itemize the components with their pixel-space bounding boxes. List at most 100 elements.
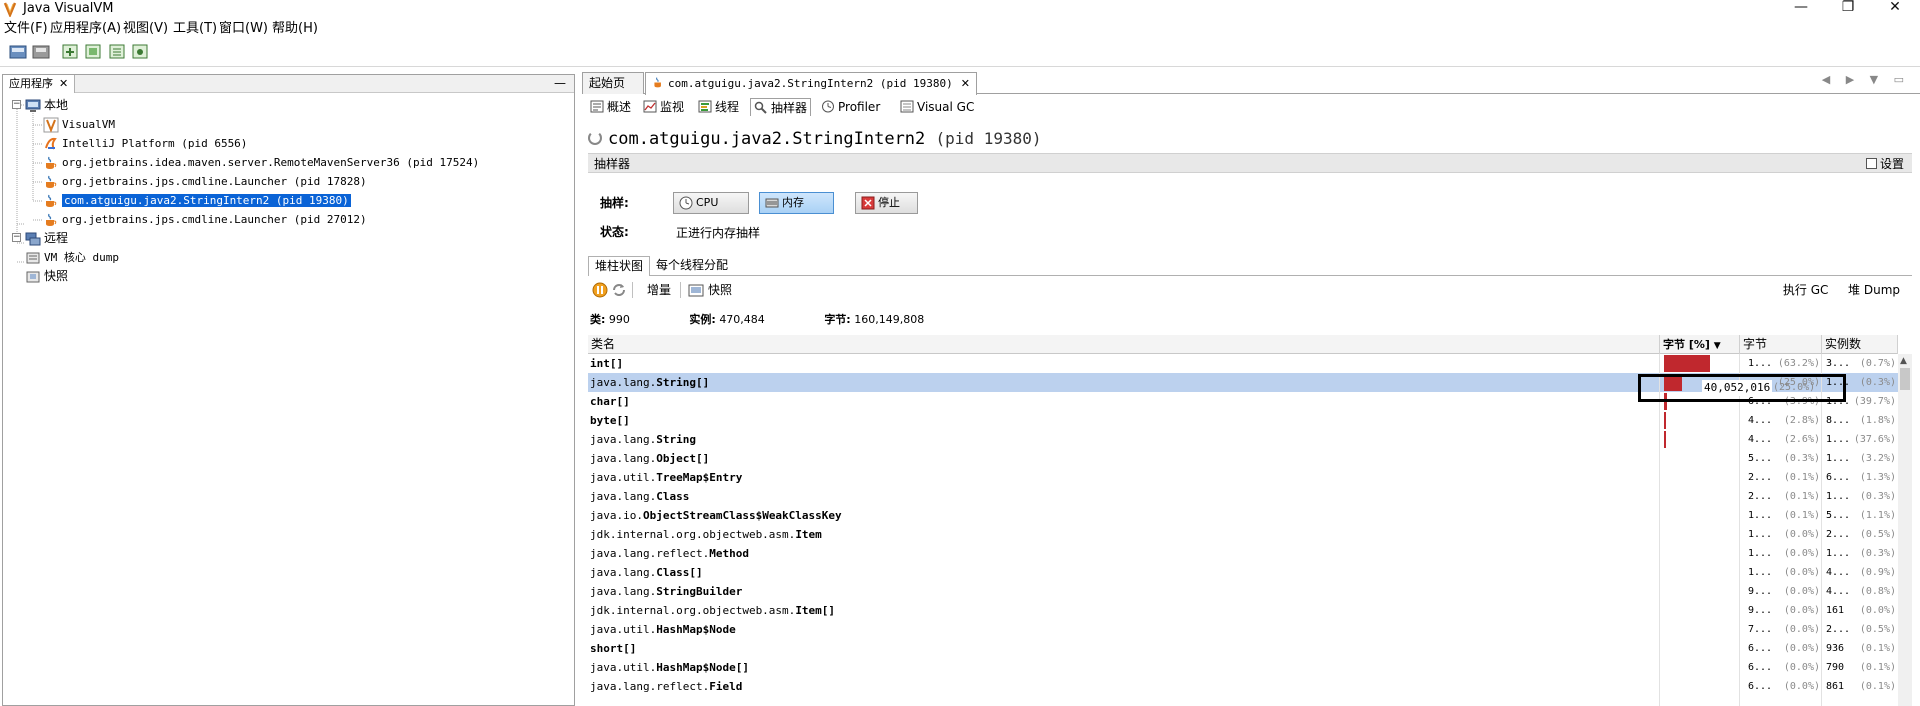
tree-collapse-remote[interactable]: − — [12, 233, 21, 242]
column-bytes[interactable]: 字节 — [1740, 335, 1822, 354]
stop-sample-button[interactable]: 停止 — [855, 192, 918, 214]
tree-node-core-dump[interactable]: VM 核心 dump — [25, 248, 119, 267]
tab-per-thread-allocation[interactable]: 每个线程分配 — [650, 256, 734, 276]
minimize-button[interactable]: — — [1778, 0, 1824, 18]
table-row[interactable]: java.util.HashMap$Node 7... (0.0%) 2... (0.5… — [588, 620, 1898, 639]
column-instances[interactable]: 实例数 — [1822, 335, 1898, 354]
table-row[interactable]: java.io.ObjectStreamClass$WeakClassKey 1.… — [588, 506, 1898, 525]
subtab-monitor[interactable]: 监视 — [640, 98, 687, 116]
table-vertical-scrollbar[interactable]: ▲ — [1898, 354, 1912, 706]
load-application-icon[interactable] — [9, 43, 27, 60]
tree-node-remote[interactable]: 远程 — [25, 229, 68, 248]
bytes-percent-bar — [1664, 355, 1710, 372]
tree-node-label: VM 核心 dump — [44, 251, 119, 264]
subtab-profiler[interactable]: Profiler — [818, 98, 883, 116]
column-bytes-percent[interactable]: 字节 [%] ▼ — [1660, 335, 1740, 354]
menu-file[interactable]: 文件(F) — [4, 21, 48, 37]
bytes-value: 9... — [1748, 586, 1773, 597]
bytes-cell: 2... (0.1%) — [1744, 487, 1822, 506]
bytes-cell: 4... (2.6%) — [1744, 430, 1822, 449]
add-heap-dump-icon[interactable] — [84, 43, 102, 60]
menu-help[interactable]: 帮助(H) — [272, 21, 318, 37]
settings-toggle[interactable]: 设置 — [1865, 156, 1904, 172]
close-icon[interactable]: ✕ — [59, 77, 68, 90]
snapshot-icon[interactable] — [688, 282, 704, 298]
menu-tools[interactable]: 工具(T) — [173, 21, 217, 37]
table-row[interactable]: java.lang.Object[] 5... (0.3%) 1... (3.2%) — [588, 449, 1898, 468]
tab-stringintern2[interactable]: com.atguigu.java2.StringIntern2 (pid 193… — [645, 72, 977, 95]
minimize-panel-icon[interactable]: — — [554, 76, 566, 90]
tree-node-intellij[interactable]: IntelliJ Platform (pid 6556) — [43, 134, 247, 153]
tab-start-page[interactable]: 起始页 — [582, 72, 644, 94]
table-row[interactable]: java.util.HashMap$Node[] 6... (0.0%) 790 (0.… — [588, 658, 1898, 677]
tree-node-launcher-17828[interactable]: org.jetbrains.jps.cmdline.Launcher (pid … — [43, 172, 367, 191]
table-row[interactable]: jdk.internal.org.objectweb.asm.Item[] 9..… — [588, 601, 1898, 620]
perform-gc-button[interactable]: 执行 GC — [1783, 283, 1829, 297]
pause-icon[interactable] — [592, 282, 608, 298]
tree-node-launcher-27012[interactable]: org.jetbrains.jps.cmdline.Launcher (pid … — [43, 210, 367, 229]
tree-node-visualvm[interactable]: VisualVM — [43, 115, 115, 134]
instances-value: 2... — [1826, 624, 1851, 635]
close-tab-icon[interactable]: ✕ — [961, 77, 970, 90]
table-row[interactable]: java.lang.String 4... (2.6%) 1... (37.6%) — [588, 430, 1898, 449]
subtab-threads[interactable]: 线程 — [695, 98, 742, 116]
menu-application[interactable]: 应用程序(A) — [50, 21, 121, 37]
table-row[interactable]: byte[] 4... (2.8%) 8... (1.8%) — [588, 411, 1898, 430]
sampler-icon — [754, 101, 767, 114]
memory-sample-button[interactable]: 内存 — [759, 192, 834, 214]
refresh-icon[interactable] — [611, 282, 627, 298]
heap-dump-button[interactable]: 堆 Dump — [1848, 283, 1900, 297]
bytes-percent: (0.1%) — [1783, 510, 1820, 521]
tree-node-snapshots[interactable]: 快照 — [25, 267, 68, 286]
bytes-percent-bar-cell — [1660, 430, 1740, 449]
menu-view[interactable]: 视图(V) — [123, 21, 168, 37]
table-row[interactable]: java.lang.Class 2... (0.1%) 1... (0.3%) — [588, 487, 1898, 506]
add-thread-dump-icon[interactable] — [108, 43, 126, 60]
scroll-up-icon[interactable]: ▲ — [1900, 356, 1907, 366]
subtab-label: Profiler — [838, 100, 881, 114]
column-class-name[interactable]: 类名 — [588, 335, 1660, 354]
tree-node-local[interactable]: 本地 — [25, 96, 68, 115]
add-core-dump-icon[interactable] — [131, 43, 149, 60]
scrollbar-thumb[interactable] — [1900, 368, 1910, 390]
save-snapshot-icon[interactable] — [32, 43, 50, 60]
subtab-sampler[interactable]: 抽样器 — [750, 98, 812, 116]
instances-value: 861 — [1826, 681, 1845, 692]
tree-node-maven-server[interactable]: org.jetbrains.idea.maven.server.RemoteMa… — [43, 153, 479, 172]
table-row[interactable]: java.util.TreeMap$Entry 2... (0.1%) 6... (1.… — [588, 468, 1898, 487]
tree-node-stringintern2[interactable]: com.atguigu.java2.StringIntern2 (pid 193… — [43, 191, 351, 210]
cpu-sample-button[interactable]: CPU — [673, 192, 749, 214]
bytes-percent: (0.1%) — [1783, 491, 1820, 502]
bytes-percent-bar-cell — [1660, 506, 1740, 525]
subtab-overview[interactable]: 概述 — [587, 98, 634, 116]
bytes-percent-bar-cell — [1660, 563, 1740, 582]
close-window-button[interactable]: ✕ — [1872, 0, 1918, 18]
bytes-percent-bar-cell — [1660, 354, 1740, 373]
tab-navigation-controls[interactable]: ◀ ▶ ▼ ▭ — [1822, 73, 1910, 86]
subtab-visual-gc[interactable]: Visual GC — [897, 98, 977, 116]
table-row[interactable]: java.lang.StringBuilder 9... (0.0%) 4... (0.… — [588, 582, 1898, 601]
menu-window[interactable]: 窗口(W) — [219, 21, 268, 37]
add-jmx-connection-icon[interactable] — [61, 43, 79, 60]
settings-checkbox[interactable] — [1865, 158, 1877, 169]
table-row[interactable]: int[] 1... (63.2%) 3... (0.7%) — [588, 354, 1898, 373]
tree-collapse-local[interactable]: − — [12, 100, 21, 109]
table-row[interactable]: java.lang.Class[] 1... (0.0%) 4... (0.9%) — [588, 563, 1898, 582]
applications-tab[interactable]: 应用程序 ✕ — [3, 75, 76, 93]
bytes-cell: 9... (0.0%) — [1744, 582, 1822, 601]
instances-summary: 实例: 470,484 — [689, 313, 792, 326]
table-row[interactable]: short[] 6... (0.0%) 936 (0.1%) — [588, 639, 1898, 658]
tab-heap-histogram[interactable]: 堆柱状图 — [588, 256, 651, 276]
bytes-percent-bar-cell — [1660, 487, 1740, 506]
table-row[interactable]: java.lang.reflect.Field 6... (0.0%) 861 (0.1… — [588, 677, 1898, 696]
delta-button[interactable]: 增量 — [647, 282, 671, 298]
restore-button[interactable]: ❐ — [1825, 0, 1871, 18]
subtab-label: 概述 — [607, 100, 632, 114]
snapshot-button[interactable]: 快照 — [708, 282, 732, 298]
instances-value: 4... — [1826, 567, 1851, 578]
table-row[interactable]: java.lang.reflect.Method 1... (0.0%) 1... (0… — [588, 544, 1898, 563]
bytes-percent: (0.0%) — [1783, 529, 1820, 540]
instances-percent: (0.9%) — [1859, 567, 1896, 578]
tree-node-label: 本地 — [44, 98, 69, 112]
table-row[interactable]: jdk.internal.org.objectweb.asm.Item 1... (… — [588, 525, 1898, 544]
